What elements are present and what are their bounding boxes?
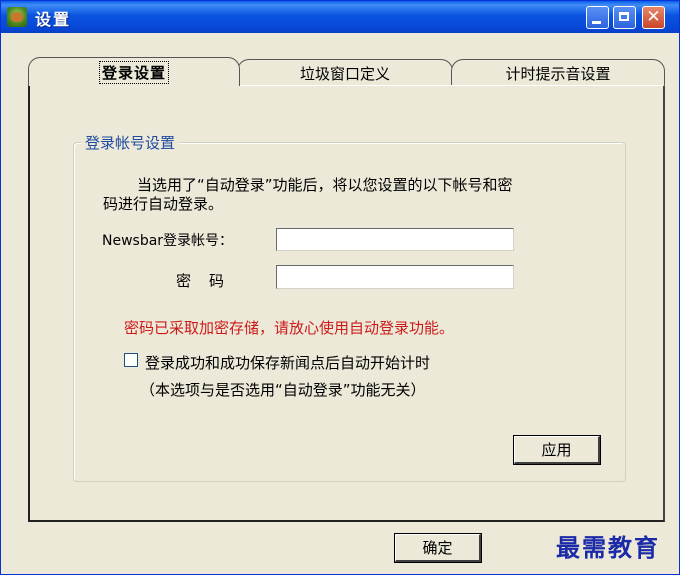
minimize-icon: [592, 21, 601, 24]
tab-login-settings-label: 登录设置: [98, 60, 169, 84]
tab-timer-sound-label: 计时提示音设置: [505, 64, 611, 83]
app-icon: [7, 7, 27, 27]
tab-login-settings[interactable]: 登录设置: [28, 57, 240, 86]
watermark-text: 最需教育: [556, 533, 660, 562]
close-icon: ✕: [646, 7, 661, 27]
maximize-icon: [619, 12, 629, 21]
tab-junk-window[interactable]: 垃圾窗口定义: [237, 59, 453, 86]
title-bar[interactable]: 设置 ✕: [1, 1, 679, 33]
window-title: 设置: [35, 10, 72, 29]
auto-timer-label[interactable]: 登录成功和成功保存新闻点后自动开始计时: [145, 352, 430, 373]
password-label: 密码: [176, 272, 243, 290]
tab-junk-window-label: 垃圾窗口定义: [299, 64, 390, 83]
description-line-2: 码进行自动登录。: [103, 195, 224, 213]
tab-timer-sound[interactable]: 计时提示音设置: [451, 59, 665, 86]
minimize-button[interactable]: [586, 6, 609, 29]
group-title: 登录帐号设置: [81, 132, 180, 153]
account-label: Newsbar登录帐号：: [102, 233, 234, 249]
password-input[interactable]: [276, 265, 514, 289]
apply-button[interactable]: 应用: [513, 435, 601, 465]
auto-timer-checkbox[interactable]: [124, 353, 138, 367]
description-line-1: 当选用了“自动登录”功能后，将以您设置的以下帐号和密: [137, 176, 513, 194]
maximize-button[interactable]: [613, 6, 636, 29]
encryption-warning: 密码已采取加密存储，请放心使用自动登录功能。: [124, 319, 455, 337]
auto-timer-note: （本选项与是否选用“自动登录”功能无关）: [140, 381, 426, 399]
close-button[interactable]: ✕: [642, 6, 665, 29]
account-input[interactable]: [276, 228, 514, 251]
ok-button[interactable]: 确定: [394, 533, 482, 563]
settings-window: 设置 ✕ 登录设置 垃圾窗口定义 计时提示音设置 登录帐号设置 当选用了“自动登…: [0, 0, 680, 575]
